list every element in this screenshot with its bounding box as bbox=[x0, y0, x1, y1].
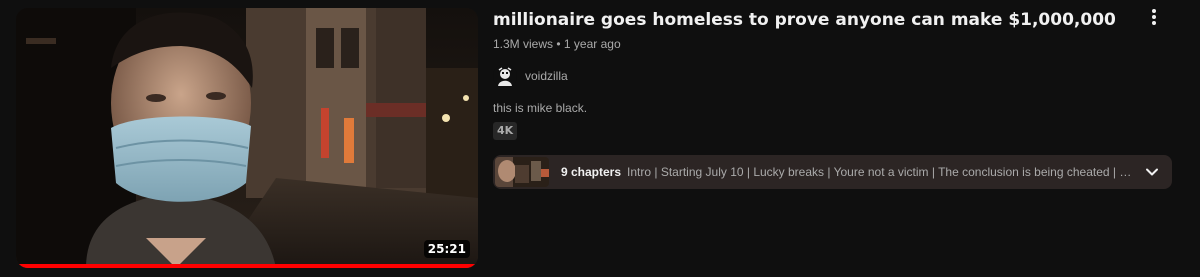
channel-name[interactable]: voidzilla bbox=[525, 69, 568, 83]
chapters-count: 9 chapters bbox=[561, 165, 622, 179]
chevron-down-icon[interactable] bbox=[1132, 155, 1172, 189]
stats-separator: • bbox=[556, 37, 561, 51]
video-result: 25:21 millionaire goes homeless to prove… bbox=[0, 0, 1200, 277]
video-thumbnail[interactable]: 25:21 bbox=[16, 8, 478, 268]
video-metadata: millionaire goes homeless to prove anyon… bbox=[493, 8, 1143, 140]
channel-link[interactable]: voidzilla bbox=[493, 64, 1143, 88]
video-description-snippet: this is mike black. bbox=[493, 101, 588, 115]
watch-progress-bar bbox=[16, 264, 478, 268]
channel-avatar-icon[interactable] bbox=[493, 64, 517, 88]
more-vert-icon[interactable] bbox=[1142, 5, 1166, 29]
watch-progress-fill bbox=[16, 264, 478, 268]
chapters-list: Intro | Starting July 10 | Lucky breaks … bbox=[627, 165, 1132, 179]
video-title[interactable]: millionaire goes homeless to prove anyon… bbox=[493, 8, 1143, 32]
thumbnail-image bbox=[16, 8, 478, 268]
video-stats: 1.3M views • 1 year ago bbox=[493, 36, 1143, 52]
upload-age: 1 year ago bbox=[563, 37, 621, 51]
quality-badge: 4K bbox=[493, 122, 518, 140]
view-count: 1.3M views bbox=[493, 37, 554, 51]
duration-badge: 25:21 bbox=[423, 240, 470, 258]
chapters-bar[interactable]: 9 chapters Intro | Starting July 10 | Lu… bbox=[493, 155, 1172, 189]
chapter-thumbnail bbox=[495, 157, 549, 187]
